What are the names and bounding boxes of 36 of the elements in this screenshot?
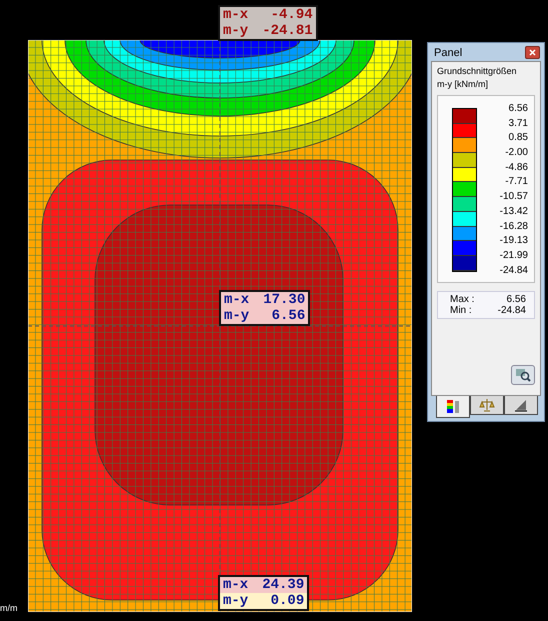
scale-value: 3.71 xyxy=(508,116,528,131)
result-heading: Grundschnittgrößen xyxy=(437,66,518,77)
scale-value: -19.13 xyxy=(500,234,528,248)
scale-value: -13.42 xyxy=(500,204,528,219)
close-icon xyxy=(529,49,536,56)
max-value: 6.56 xyxy=(506,294,526,306)
result-label: m-x 24.39 xyxy=(220,577,308,593)
unit-label: m-y [kNm/m] xyxy=(437,79,489,90)
min-value: -24.84 xyxy=(496,305,526,316)
result-label: m-x 17.30 xyxy=(221,292,308,308)
scale-value: 6.56 xyxy=(508,102,528,116)
ruler-icon xyxy=(514,398,528,412)
result-label: m-y -24.81 xyxy=(220,23,316,39)
result-label: m-y 0.09 xyxy=(220,593,308,609)
window-title: Panel xyxy=(434,46,462,58)
scale-icon xyxy=(479,398,495,412)
scale-value: 0.85 xyxy=(508,131,528,146)
panel-tab[interactable] xyxy=(504,396,538,415)
panel-tab[interactable] xyxy=(470,396,504,415)
result-label: m-y 6.56 xyxy=(221,308,308,324)
axis-label: m/m xyxy=(0,603,18,613)
max-label: Max : xyxy=(450,294,476,306)
legend-icon xyxy=(446,398,460,414)
result-label: m-x -4.94 xyxy=(220,7,316,23)
scale-value: -16.28 xyxy=(500,220,528,234)
scale-value: -21.99 xyxy=(500,248,528,263)
magnifier-icon xyxy=(515,368,531,382)
scale-value: -24.84 xyxy=(500,264,528,278)
scale-value: -4.86 xyxy=(505,160,528,175)
scale-value: -10.57 xyxy=(500,190,528,204)
min-label: Min : xyxy=(450,305,473,316)
panel-tab[interactable] xyxy=(436,396,470,418)
scale-value: -7.71 xyxy=(505,175,528,190)
zoom-button[interactable] xyxy=(511,365,535,385)
scale-value: -2.00 xyxy=(505,146,528,160)
close-button[interactable] xyxy=(525,46,540,59)
